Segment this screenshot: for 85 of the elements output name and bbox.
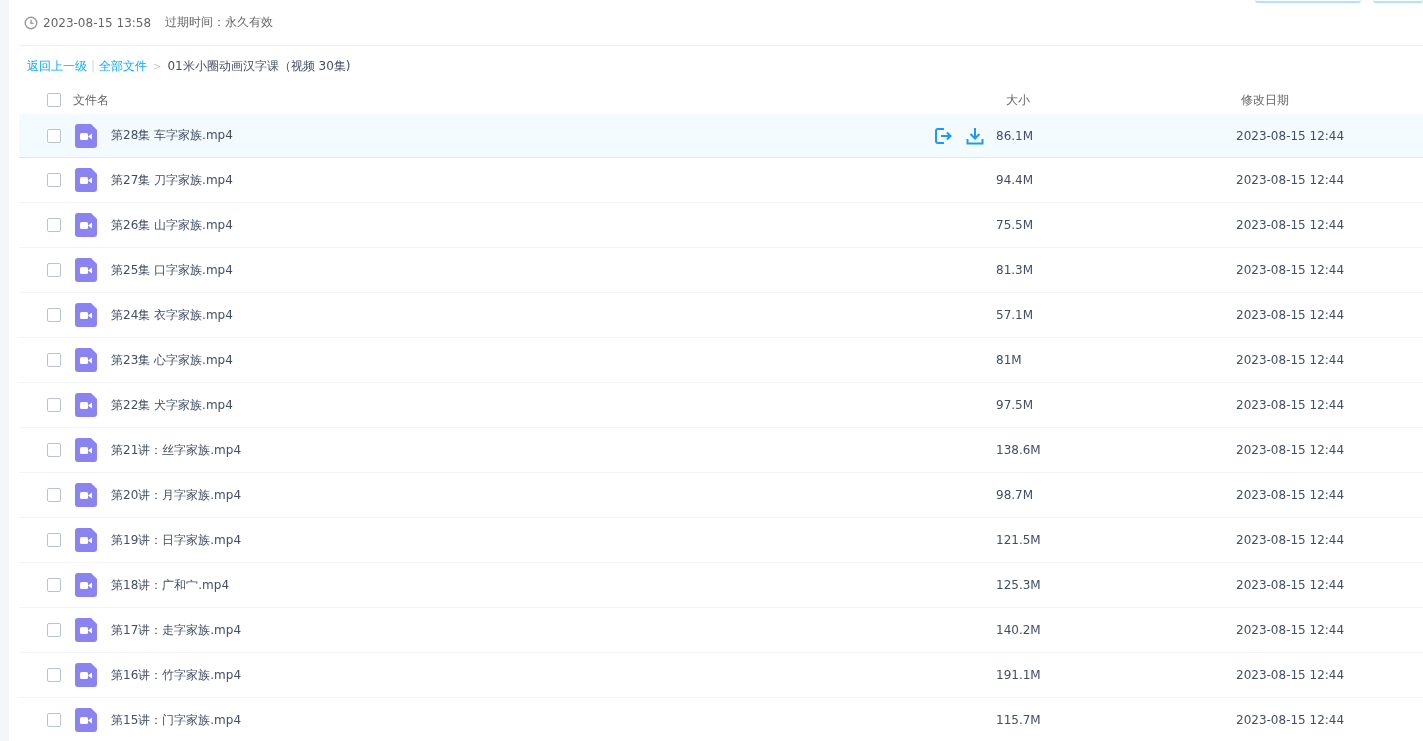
modified-date: 2023-08-15 12:44 xyxy=(1236,623,1345,637)
file-size: 94.4M xyxy=(996,173,1034,187)
modified-date: 2023-08-15 12:44 xyxy=(1236,443,1345,457)
clock-icon xyxy=(24,15,38,30)
file-name[interactable]: 第24集 衣字家族.mp4 xyxy=(111,306,233,324)
video-file-icon xyxy=(75,303,97,327)
video-file-icon xyxy=(75,618,97,642)
video-file-icon xyxy=(75,483,97,507)
file-size: 86.1M xyxy=(996,128,1034,143)
file-size: 140.2M xyxy=(996,623,1041,637)
expiry-value: 永久有效 xyxy=(225,14,274,31)
download-icon[interactable] xyxy=(966,126,984,145)
checkbox[interactable] xyxy=(47,713,61,727)
modified-date: 2023-08-15 12:44 xyxy=(1236,668,1345,682)
column-header: 修改日期 xyxy=(1241,92,1289,107)
file-name[interactable]: 第17讲：走字家族.mp4 xyxy=(111,621,242,639)
checkbox[interactable] xyxy=(47,443,61,457)
file-name[interactable]: 第26集 山字家族.mp4 xyxy=(111,216,233,234)
file-name[interactable]: 第16讲：竹字家族.mp4 xyxy=(111,666,242,684)
checkbox[interactable] xyxy=(47,173,61,187)
file-size: 75.5M xyxy=(996,218,1034,232)
file-name[interactable]: 第23集 心字家族.mp4 xyxy=(111,351,233,369)
file-size: 138.6M xyxy=(996,443,1041,457)
checkbox[interactable] xyxy=(47,263,61,277)
video-file-icon xyxy=(75,348,97,372)
checkbox[interactable] xyxy=(47,93,61,107)
column-header: 文件名 xyxy=(73,91,109,109)
file-name[interactable]: 第28集 车字家族.mp4 xyxy=(111,127,233,144)
export-icon[interactable] xyxy=(934,126,952,145)
video-file-icon xyxy=(75,438,97,462)
checkbox[interactable] xyxy=(47,308,61,322)
modified-date: 2023-08-15 12:44 xyxy=(1236,218,1345,232)
modified-date: 2023-08-15 12:44 xyxy=(1236,173,1345,187)
button[interactable] xyxy=(1255,0,1361,3)
file-size: 98.7M xyxy=(996,488,1034,502)
breadcrumb-arrow: > xyxy=(153,60,162,72)
file-size: 121.5M xyxy=(996,533,1041,547)
modified-date: 2023-08-15 12:44 xyxy=(1236,578,1345,592)
video-file-icon xyxy=(75,213,97,237)
video-file-icon xyxy=(75,258,97,282)
file-name[interactable]: 第15讲：门字家族.mp4 xyxy=(111,711,242,729)
checkbox[interactable] xyxy=(47,128,61,143)
checkbox[interactable] xyxy=(47,623,61,637)
file-name[interactable]: 第20讲：月字家族.mp4 xyxy=(111,486,242,504)
modified-date: 2023-08-15 12:44 xyxy=(1236,488,1345,502)
checkbox[interactable] xyxy=(47,578,61,592)
file-name[interactable]: 第21讲：丝字家族.mp4 xyxy=(111,441,242,459)
modified-date: 2023-08-15 12:44 xyxy=(1236,713,1345,727)
video-file-icon xyxy=(75,123,97,148)
modified-date: 2023-08-15 12:44 xyxy=(1236,533,1345,547)
file-size: 125.3M xyxy=(996,578,1041,592)
file-size: 115.7M xyxy=(996,713,1041,727)
modified-date: 2023-08-15 12:44 xyxy=(1236,398,1345,412)
expiry-label: 过期时间： xyxy=(165,14,226,31)
file-size: 81.3M xyxy=(996,263,1034,277)
file-name[interactable]: 第18讲：广和宀.mp4 xyxy=(111,576,230,594)
video-file-icon xyxy=(75,393,97,417)
checkbox[interactable] xyxy=(47,533,61,547)
checkbox[interactable] xyxy=(47,353,61,367)
video-file-icon xyxy=(75,528,97,552)
file-name[interactable]: 第27集 刀字家族.mp4 xyxy=(111,171,233,189)
modified-date: 2023-08-15 12:44 xyxy=(1236,128,1345,143)
video-file-icon xyxy=(75,708,97,732)
video-file-icon xyxy=(75,168,97,192)
file-size: 191.1M xyxy=(996,668,1041,682)
column-header: 大小 xyxy=(1006,91,1030,109)
file-size: 97.5M xyxy=(996,398,1034,412)
current-folder: 01米小圈动画汉字课（视频 30集) xyxy=(167,57,351,75)
modified-date: 2023-08-15 12:44 xyxy=(1236,353,1345,367)
file-size: 81M xyxy=(996,353,1022,367)
separator: | xyxy=(91,59,96,73)
modified-date: 2023-08-15 12:44 xyxy=(1236,308,1345,322)
created-time: 2023-08-15 13:58 xyxy=(43,15,152,30)
checkbox[interactable] xyxy=(47,488,61,502)
checkbox[interactable] xyxy=(47,398,61,412)
checkbox[interactable] xyxy=(47,218,61,232)
button[interactable] xyxy=(1373,0,1423,3)
modified-date: 2023-08-15 12:44 xyxy=(1236,263,1345,277)
file-size: 57.1M xyxy=(996,308,1034,322)
file-name[interactable]: 第22集 犬字家族.mp4 xyxy=(111,396,233,414)
file-name[interactable]: 第25集 口字家族.mp4 xyxy=(111,261,233,279)
checkbox[interactable] xyxy=(47,668,61,682)
video-file-icon xyxy=(75,663,97,687)
video-file-icon xyxy=(75,573,97,597)
file-name[interactable]: 第19讲：日字家族.mp4 xyxy=(111,531,242,549)
